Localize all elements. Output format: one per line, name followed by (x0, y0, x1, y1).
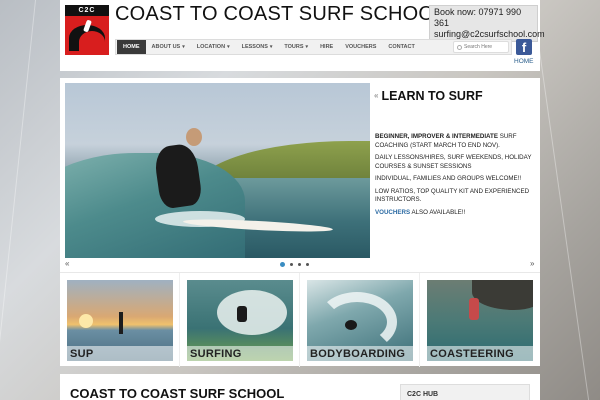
chevron-down-icon: ▾ (269, 44, 273, 50)
sun-shape (79, 314, 93, 328)
nav-item-label: VOUCHERS (345, 44, 377, 50)
slide-p1-bold: BEGINNER, IMPROVER & INTERMEDIATE (375, 133, 498, 140)
home-link[interactable]: HOME (514, 58, 534, 65)
book-now-phone[interactable]: Book now: 07971 990 361 (434, 7, 533, 29)
tile-label: BODYBOARDING (307, 346, 413, 361)
slide-p2: DAILY LESSONS/HIRES, SURF WEEKENDS, HOLI… (375, 154, 532, 170)
nav-item-tours[interactable]: TOURS ▾ (278, 40, 314, 54)
rock-shape (472, 280, 533, 310)
tile-divider (299, 273, 300, 367)
chevron-down-icon: ▾ (182, 44, 185, 50)
nav-item-location[interactable]: LOCATION ▾ (191, 40, 236, 54)
tile-bodyboarding[interactable]: BODYBOARDING (307, 280, 413, 361)
slide-p5-rest: ALSO AVAILABLE!! (410, 208, 466, 216)
slider-dot[interactable] (306, 263, 309, 266)
chevron-down-icon: ▾ (227, 44, 230, 50)
spray-shape (217, 290, 287, 335)
nav-item-label: HIRE (320, 44, 334, 50)
nav-item-vouchers[interactable]: VOUCHERS (339, 40, 382, 54)
slide-p4: LOW RATIOS, TOP QUALITY KIT AND EXPERIEN… (375, 187, 530, 204)
tile-label: SURFING (187, 346, 293, 361)
tile-surfing[interactable]: SURFING (187, 280, 293, 361)
nav-item-contact[interactable]: CONTACT (382, 40, 420, 54)
search-icon (457, 44, 462, 50)
nav-item-label: HOME (123, 44, 140, 50)
page-container: C2C COAST TO COAST SURF SCHOOL Book now:… (60, 0, 545, 400)
slide-surfer-head (186, 128, 202, 146)
search-input[interactable] (464, 44, 508, 50)
logo-text: C2C (65, 5, 109, 16)
slider-dot[interactable] (290, 263, 293, 266)
nav-item-home[interactable]: HOME (117, 40, 146, 54)
background-line (0, 0, 37, 400)
background-line (531, 0, 590, 400)
activity-tiles: SUP SURFING BODYBOARDING COASTEERING (60, 272, 540, 367)
coasteer-shape (469, 298, 479, 320)
tile-label: SUP (67, 346, 173, 361)
slide-text-panel: «LEARN TO SURF BEGINNER, IMPROVER & INTE… (374, 83, 536, 258)
facebook-icon[interactable]: f (516, 39, 532, 55)
nav-item-hire[interactable]: HIRE (314, 40, 339, 54)
site-header: C2C COAST TO COAST SURF SCHOOL Book now:… (60, 0, 545, 71)
slide-p3: INDIVIDUAL, FAMILIES AND GROUPS WELCOME!… (375, 175, 522, 182)
site-title[interactable]: COAST TO COAST SURF SCHOOL (115, 3, 445, 26)
hub-widget: C2C HUB (400, 384, 530, 400)
chevron-down-icon: ▾ (305, 44, 309, 50)
slide-title: «LEARN TO SURF (374, 89, 483, 103)
nav-item-label: ABOUT US (151, 44, 181, 50)
hub-title: C2C HUB (407, 391, 439, 398)
slider-next-arrow[interactable]: » (530, 259, 534, 268)
nav-item-label: CONTACT (388, 44, 415, 50)
logo-wave-inner (79, 31, 105, 53)
tile-coasteering[interactable]: COASTEERING (427, 280, 533, 361)
vouchers-link[interactable]: VOUCHERS (375, 209, 410, 216)
search-box[interactable] (453, 41, 509, 53)
nav-item-about-us[interactable]: ABOUT US ▾ (146, 40, 191, 54)
nav-item-lessons[interactable]: LESSONS ▾ (236, 40, 279, 54)
nav-item-label: TOURS (284, 44, 304, 50)
tile-label: COASTEERING (427, 346, 533, 361)
surfer-shape (237, 306, 247, 322)
slider-prev-arrow[interactable]: « (65, 259, 69, 268)
slider-dot[interactable] (298, 263, 301, 266)
tile-divider (179, 273, 180, 367)
bodyboarder-shape (345, 320, 357, 330)
tile-divider (419, 273, 420, 367)
slider-dot[interactable] (280, 262, 285, 267)
quote-icon: « (374, 91, 379, 100)
site-logo[interactable]: C2C (65, 5, 109, 55)
tile-sup[interactable]: SUP (67, 280, 173, 361)
main-nav: HOME ABOUT US ▾ LOCATION ▾ LESSONS ▾ TOURS ▾ HIRE… (115, 39, 512, 55)
hero-slider: «LEARN TO SURF BEGINNER, IMPROVER & INTE… (60, 78, 540, 272)
slide-image (65, 83, 370, 258)
slide-title-text: LEARN TO SURF (381, 89, 483, 103)
slide-description: BEGINNER, IMPROVER & INTERMEDIATE SURF C… (375, 133, 535, 221)
barrel-wave-shape (317, 292, 397, 352)
nav-item-label: LOCATION (196, 44, 226, 50)
section-title: COAST TO COAST SURF SCHOOL (70, 386, 285, 400)
paddler-shape (119, 312, 123, 334)
contact-box: Book now: 07971 990 361 surfing@c2csurfs… (429, 5, 545, 42)
bottom-section: COAST TO COAST SURF SCHOOL C2C HUB (60, 374, 540, 400)
nav-item-label: LESSONS (241, 44, 268, 50)
slider-pagination (280, 262, 309, 267)
